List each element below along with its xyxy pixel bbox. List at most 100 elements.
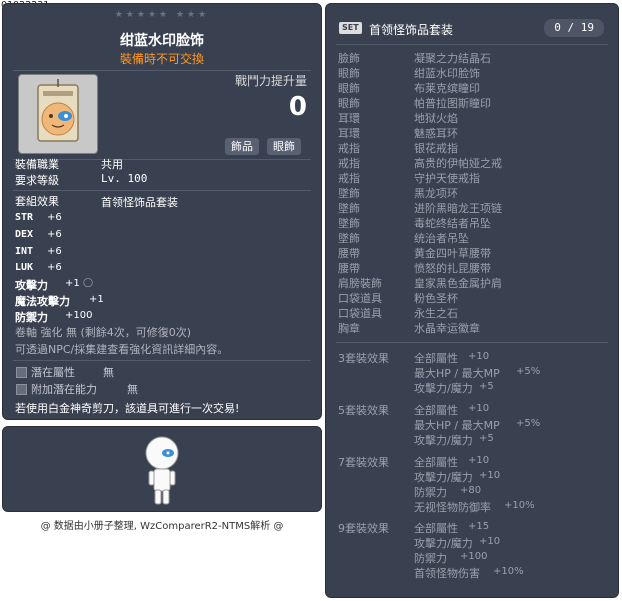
set-effect-value: +5 (479, 433, 494, 444)
set-effect-name: 防禦力 (414, 552, 447, 565)
stat-value: +1 (89, 294, 104, 305)
set-effect-level: 9套裝效果 (338, 522, 389, 535)
set-item-name: 绀蓝水印脸饰 (414, 67, 480, 80)
set-effect-level: 5套裝效果 (338, 404, 389, 417)
set-effect-value: +10% (493, 566, 524, 577)
set-badge: SET (339, 22, 362, 34)
set-item-name: 进阶黑暗龙王项链 (414, 202, 502, 215)
lock-icon: ◯ (83, 278, 94, 288)
potential-icon (16, 367, 27, 378)
stat-label: LUK (15, 262, 34, 273)
bonus-potential-icon (16, 384, 27, 395)
set-item-name: 银花戒指 (414, 142, 458, 155)
set-effect-value: +5% (516, 366, 541, 377)
combat-power-value: 0 (288, 92, 307, 122)
set-count: 0 / 19 (544, 19, 604, 37)
credit-text: @ 数据由小册子整理, WzComparerR2-NTMS解析 @ (40, 521, 284, 532)
set-item-name: 帕普拉图斯瞳印 (414, 97, 491, 110)
level-label: 要求等級 (15, 174, 59, 187)
set-effect-name: 攻擊力/魔力 (414, 471, 473, 484)
set-effect-name: 全部屬性 (414, 404, 458, 417)
potential-label: 潛在屬性 (31, 366, 75, 379)
stat-value: +1 (65, 278, 80, 289)
set-effect-level: 7套裝效果 (338, 456, 389, 469)
category-tag-eye: 眼飾 (267, 138, 301, 155)
set-item-name: 愤怒的扎昆腰带 (414, 262, 491, 275)
stat-value: +100 (65, 310, 93, 321)
set-item-slot: 眼飾 (338, 82, 360, 95)
set-item-slot: 臉飾 (338, 52, 360, 65)
stat-value: +6 (47, 229, 62, 240)
upgrade-info: 卷軸 強化 無 (剩餘4次，可修復0次) (15, 326, 192, 339)
stat-label: 魔法攻擊力 (15, 295, 70, 308)
set-effect-name: 攻擊力/魔力 (414, 434, 473, 447)
set-effect-value: 首领怪饰品套装 (101, 196, 178, 209)
set-item-slot: 墜飾 (338, 217, 360, 230)
set-effect-name: 首领怪物伤害 (414, 567, 480, 580)
set-item-slot: 戒指 (338, 157, 360, 170)
set-effect-name: 全部屬性 (414, 352, 458, 365)
face-accessory-icon (37, 79, 79, 142)
item-name: 绀蓝水印脸饰 (120, 33, 204, 49)
bonus-potential-value: 無 (127, 383, 138, 396)
set-item-slot: 墜飾 (338, 232, 360, 245)
set-item-name: 水晶幸运徽章 (414, 322, 480, 335)
set-effect-value: +10 (468, 455, 490, 466)
set-effect-name: 攻擊力/魔力 (414, 382, 473, 395)
set-item-slot: 戒指 (338, 142, 360, 155)
set-item-slot: 胸章 (338, 322, 360, 335)
set-effect-name: 最大HP / 最大MP (414, 367, 500, 380)
set-effect-name: 攻擊力/魔力 (414, 537, 473, 550)
set-item-name: 黄金四叶草腰带 (414, 247, 491, 260)
set-item-name: 黑龙项环 (414, 187, 458, 200)
divider (336, 342, 608, 343)
set-effect-name: 全部屬性 (414, 522, 458, 535)
set-item-name: 凝聚之力结晶石 (414, 52, 491, 65)
set-item-name: 守护天使戒指 (414, 172, 480, 185)
stat-label: INT (15, 246, 34, 257)
set-item-slot: 眼飾 (338, 67, 360, 80)
set-item-name: 永生之石 (414, 307, 458, 320)
set-item-name: 高贵的伊帕娅之戒 (414, 157, 502, 170)
set-item-name: 魅惑耳环 (414, 127, 458, 140)
set-item-name: 粉色圣杯 (414, 292, 458, 305)
upgrade-info-hint: 可透過NPC/採集建查看強化資訊詳細內容。 (15, 343, 229, 356)
set-effect-name: 无视怪物防御率 (414, 501, 491, 514)
stat-label: 攻擊力 (15, 279, 48, 292)
set-effect-value: +100 (460, 551, 488, 562)
set-effect-value: +10 (479, 470, 501, 481)
job-value: 共用 (101, 158, 123, 171)
set-item-slot: 口袋道具 (338, 307, 382, 320)
set-effect-level: 3套裝效果 (338, 352, 389, 365)
set-effect-value: +10 (468, 403, 490, 414)
divider (336, 44, 608, 45)
set-item-slot: 耳環 (338, 112, 360, 125)
set-item-slot: 墜飾 (338, 202, 360, 215)
character-avatar (145, 436, 179, 505)
set-item-slot: 戒指 (338, 172, 360, 185)
set-effect-value: +5% (516, 418, 541, 429)
set-item-name: 统治者吊坠 (414, 232, 469, 245)
set-effect-value: +80 (460, 485, 482, 496)
set-item-name: 皇家黑色金属护肩 (414, 277, 502, 290)
set-item-slot: 腰帶 (338, 247, 360, 260)
stat-value: +6 (47, 262, 62, 273)
set-effect-label: 套組效果 (15, 195, 59, 208)
combat-power-label: 戰鬥力提升量 (234, 74, 307, 88)
category-tag-accessory: 飾品 (225, 138, 259, 155)
set-item-slot: 耳環 (338, 127, 360, 140)
set-effect-name: 全部屬性 (414, 456, 458, 469)
set-effect-value: +15 (468, 521, 490, 532)
set-item-slot: 墜飾 (338, 187, 360, 200)
character-preview-panel (2, 426, 322, 512)
set-item-name: 布莱克缤瞳印 (414, 82, 480, 95)
set-item-name: 毒蛇终结者吊坠 (414, 217, 491, 230)
bonus-potential-label: 附加潛在能力 (31, 383, 97, 396)
set-effect-name: 最大HP / 最大MP (414, 419, 500, 432)
set-item-slot: 腰帶 (338, 262, 360, 275)
set-item-slot: 口袋道具 (338, 292, 382, 305)
divider (13, 360, 311, 361)
item-tooltip-panel: ★★★★★ ★★★ 绀蓝水印脸饰 裝備時不可交換 戰鬥力提升量 0 飾品 眼飾 … (2, 3, 322, 420)
trade-restriction-note: 裝備時不可交換 (119, 52, 204, 66)
set-tooltip-panel: SET 首领怪饰品套装 0 / 19 臉飾 凝聚之力结晶石 眼飾 绀蓝水印脸饰 眼飾 布莱… (325, 3, 619, 598)
